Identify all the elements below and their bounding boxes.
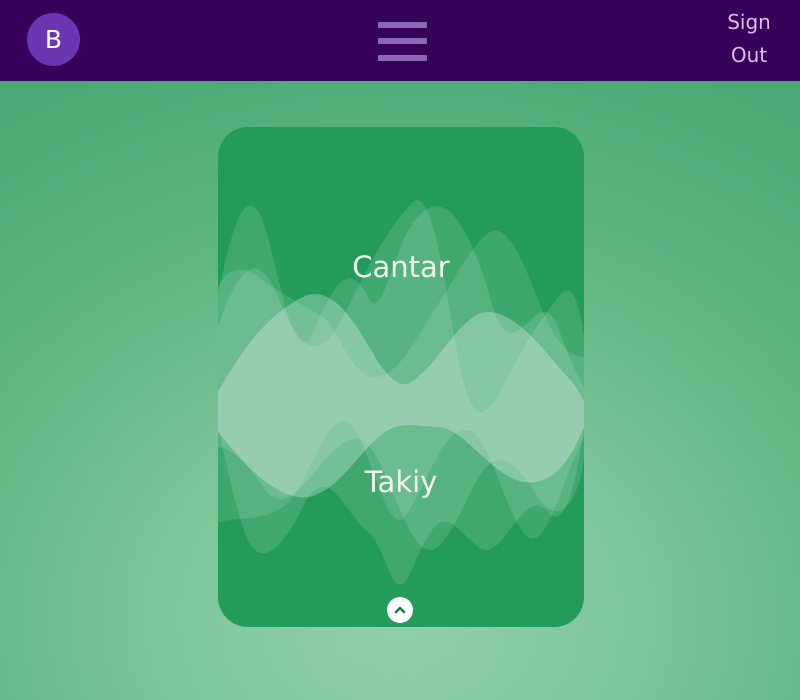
menu-icon-bar (378, 55, 427, 61)
avatar-letter: B (44, 25, 63, 54)
sound-wave-graphic (218, 200, 584, 585)
sign-out-label-line-1: Sign (727, 10, 771, 34)
menu-icon-bar (378, 38, 427, 44)
sign-out-label-line-2: Out (730, 43, 768, 67)
flashcard[interactable]: Cantar Takiy (218, 127, 584, 627)
sign-out-link[interactable]: Sign Out (715, 6, 783, 72)
flashcard-front-word: Cantar (352, 250, 450, 284)
chevron-up-icon (394, 606, 406, 614)
top-navigation-bar: B Sign Out (0, 0, 800, 81)
flip-card-button[interactable] (387, 597, 413, 623)
menu-icon-bar (378, 22, 427, 28)
hamburger-menu-icon[interactable] (378, 22, 427, 61)
user-avatar[interactable]: B (27, 13, 80, 66)
flashcard-back-word: Takiy (364, 465, 438, 499)
